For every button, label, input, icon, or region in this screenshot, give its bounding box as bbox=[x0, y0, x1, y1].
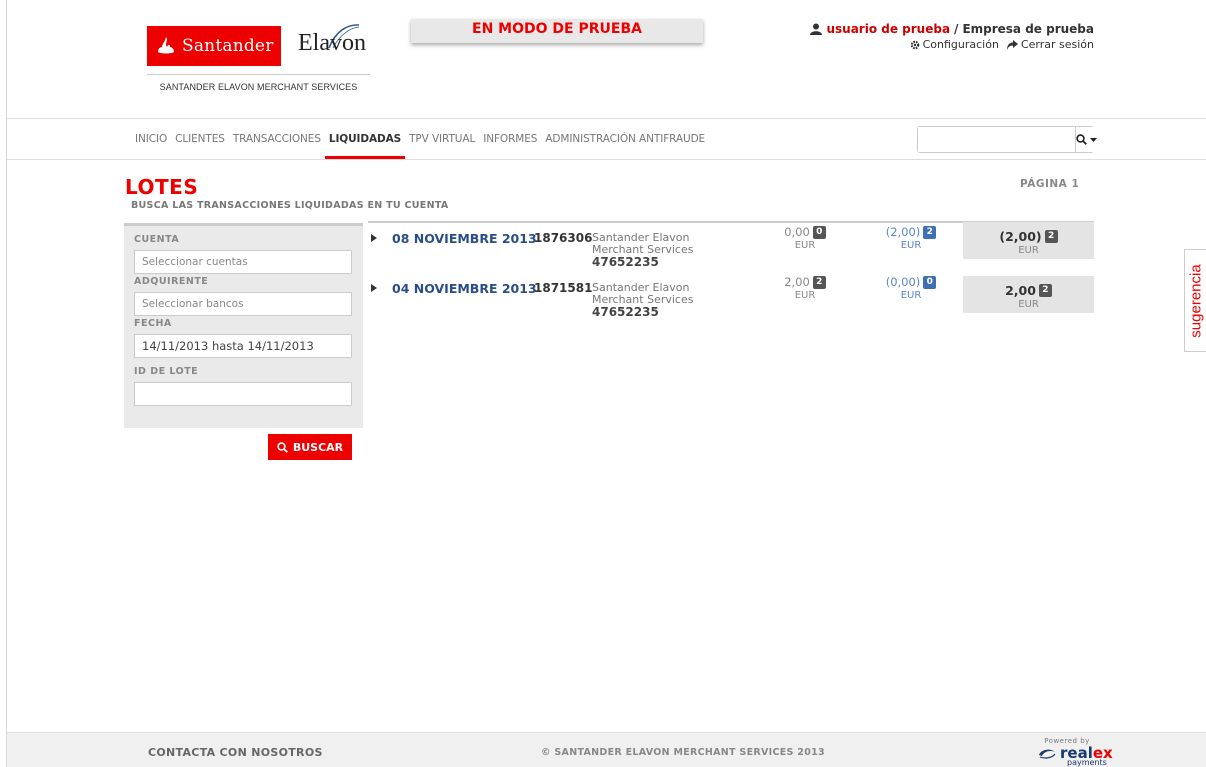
caret-down-icon bbox=[1090, 137, 1097, 142]
batch-row[interactable]: 08 NOVIEMBRE 2013 1876306 Santander Elav… bbox=[368, 222, 1094, 269]
count-badge: 2 bbox=[1038, 284, 1052, 297]
contact-link[interactable]: CONTACTA CON NOSOTROS bbox=[148, 746, 323, 759]
copyright: © SANTANDER ELAVON MERCHANT SERVICES 201… bbox=[541, 747, 825, 758]
config-link[interactable]: Configuración bbox=[910, 38, 999, 51]
search-input[interactable] bbox=[918, 127, 1075, 152]
merchant-id: 47652235 bbox=[592, 305, 659, 319]
batch-id: 1876306 bbox=[534, 231, 593, 245]
buscar-button[interactable]: BUSCAR bbox=[268, 434, 352, 460]
count-badge: 2 bbox=[923, 226, 937, 239]
amount-value: 2,00 bbox=[784, 275, 810, 289]
total-currency: EUR bbox=[1018, 299, 1039, 310]
footer: CONTACTA CON NOSOTROS © SANTANDER ELAVON… bbox=[7, 732, 1206, 767]
count-badge: 2 bbox=[1044, 230, 1058, 243]
realex-logo[interactable]: realex payments bbox=[1037, 745, 1113, 767]
expand-arrow-icon[interactable] bbox=[371, 234, 377, 242]
cuenta-select[interactable]: Seleccionar cuentas bbox=[134, 250, 352, 274]
amount-currency: EUR bbox=[794, 240, 816, 251]
total-amount: (2,00) 2 EUR bbox=[963, 222, 1094, 259]
fecha-field[interactable]: 14/11/2013 hasta 14/11/2013 bbox=[134, 334, 352, 358]
refund-amount: (2,00) 2 EUR bbox=[876, 226, 946, 252]
santander-logo: Santander bbox=[147, 26, 281, 66]
total-value: (2,00) bbox=[999, 229, 1042, 244]
batch-date[interactable]: 08 NOVIEMBRE 2013 bbox=[392, 231, 537, 246]
nav-item-informes[interactable]: INFORMES bbox=[479, 119, 541, 159]
main-nav-bar: INICIO CLIENTES TRANSACCIONES LIQUIDADAS… bbox=[7, 118, 1206, 160]
amount-currency: EUR bbox=[900, 240, 922, 251]
fecha-label: FECHA bbox=[134, 318, 172, 329]
share-arrow-icon bbox=[1006, 39, 1018, 50]
test-mode-banner: EN MODO DE PRUEBA bbox=[411, 19, 703, 43]
filter-panel: CUENTA Seleccionar cuentas ADQUIRENTE Se… bbox=[124, 223, 363, 428]
cuenta-label: CUENTA bbox=[134, 234, 180, 245]
nav-item-inicio[interactable]: INICIO bbox=[131, 119, 171, 159]
count-badge: 0 bbox=[812, 226, 826, 239]
main-nav: INICIO CLIENTES TRANSACCIONES LIQUIDADAS… bbox=[131, 119, 709, 159]
realex-swirl-icon bbox=[1039, 749, 1056, 759]
lote-id-field[interactable] bbox=[134, 382, 352, 406]
page-title: LOTES bbox=[125, 175, 199, 199]
adquirente-select[interactable]: Seleccionar bancos bbox=[134, 292, 352, 316]
company-name: Empresa de prueba bbox=[962, 22, 1094, 36]
logout-link[interactable]: Cerrar sesión bbox=[1006, 38, 1094, 51]
total-amount: 2,00 2 EUR bbox=[963, 276, 1094, 313]
left-frame-border bbox=[0, 0, 7, 767]
page-subtitle: BUSCA LAS TRANSACCIONES LIQUIDADAS EN TU… bbox=[131, 200, 449, 211]
expand-arrow-icon[interactable] bbox=[371, 284, 377, 292]
gear-icon bbox=[910, 40, 919, 49]
amount-value: (0,00) bbox=[885, 275, 921, 289]
santander-flame-icon bbox=[158, 37, 174, 54]
merchant-info: Santander Elavon Merchant Services 47652… bbox=[592, 282, 702, 319]
batch-date[interactable]: 04 NOVIEMBRE 2013 bbox=[392, 281, 537, 296]
global-search bbox=[917, 126, 1097, 153]
nav-item-liquidadas[interactable]: LIQUIDADAS bbox=[324, 119, 406, 159]
logout-label: Cerrar sesión bbox=[1020, 38, 1094, 51]
amount-currency: EUR bbox=[794, 290, 816, 301]
adquirente-label: ADQUIRENTE bbox=[134, 276, 209, 287]
page-number: PÁGINA 1 bbox=[1020, 178, 1080, 190]
sales-amount: 2,00 2 EUR bbox=[770, 276, 840, 302]
username-link[interactable]: usuario de prueba bbox=[826, 22, 950, 36]
search-icon bbox=[1076, 134, 1087, 145]
amount-currency: EUR bbox=[900, 290, 922, 301]
total-value: 2,00 bbox=[1005, 283, 1036, 298]
nav-item-antifraude[interactable]: ADMINISTRACIÓN ANTIFRAUDE bbox=[541, 119, 709, 159]
search-icon bbox=[277, 441, 288, 453]
user-separator: / bbox=[954, 22, 959, 36]
feedback-tab[interactable]: sugerencia bbox=[1184, 249, 1206, 352]
merchant-info: Santander Elavon Merchant Services 47652… bbox=[592, 232, 702, 269]
realex-payments: payments bbox=[1067, 758, 1107, 767]
buscar-label: BUSCAR bbox=[292, 440, 344, 454]
count-badge: 2 bbox=[812, 276, 826, 289]
feedback-tab-label: sugerencia bbox=[1187, 263, 1204, 338]
refund-amount: (0,00) 0 EUR bbox=[876, 276, 946, 302]
elavon-wordmark: Elavon bbox=[298, 30, 366, 56]
nav-item-transacciones[interactable]: TRANSACCIONES bbox=[229, 119, 325, 159]
config-label: Configuración bbox=[922, 38, 999, 51]
count-badge: 0 bbox=[923, 276, 937, 289]
lote-label: ID DE LOTE bbox=[134, 366, 199, 377]
user-line: usuario de prueba / Empresa de prueba bbox=[810, 22, 1094, 36]
search-dropdown-button[interactable] bbox=[1075, 127, 1097, 152]
user-area: usuario de prueba / Empresa de prueba Co… bbox=[810, 22, 1094, 51]
brand-subtitle: SANTANDER ELAVON MERCHANT SERVICES bbox=[159, 82, 358, 92]
logo-divider bbox=[147, 74, 370, 75]
batch-id: 1871581 bbox=[534, 281, 593, 295]
nav-item-clientes[interactable]: CLIENTES bbox=[171, 119, 229, 159]
amount-value: 0,00 bbox=[784, 225, 810, 239]
nav-item-tpv-virtual[interactable]: TPV VIRTUAL bbox=[405, 119, 479, 159]
amount-value: (2,00) bbox=[885, 225, 921, 239]
total-currency: EUR bbox=[1018, 245, 1039, 256]
user-links: Configuración Cerrar sesión bbox=[810, 38, 1094, 51]
santander-wordmark: Santander bbox=[182, 36, 274, 56]
user-icon bbox=[810, 23, 823, 35]
sales-amount: 0,00 0 EUR bbox=[770, 226, 840, 252]
batch-row[interactable]: 04 NOVIEMBRE 2013 1871581 Santander Elav… bbox=[368, 275, 1094, 319]
merchant-id: 47652235 bbox=[592, 255, 659, 269]
